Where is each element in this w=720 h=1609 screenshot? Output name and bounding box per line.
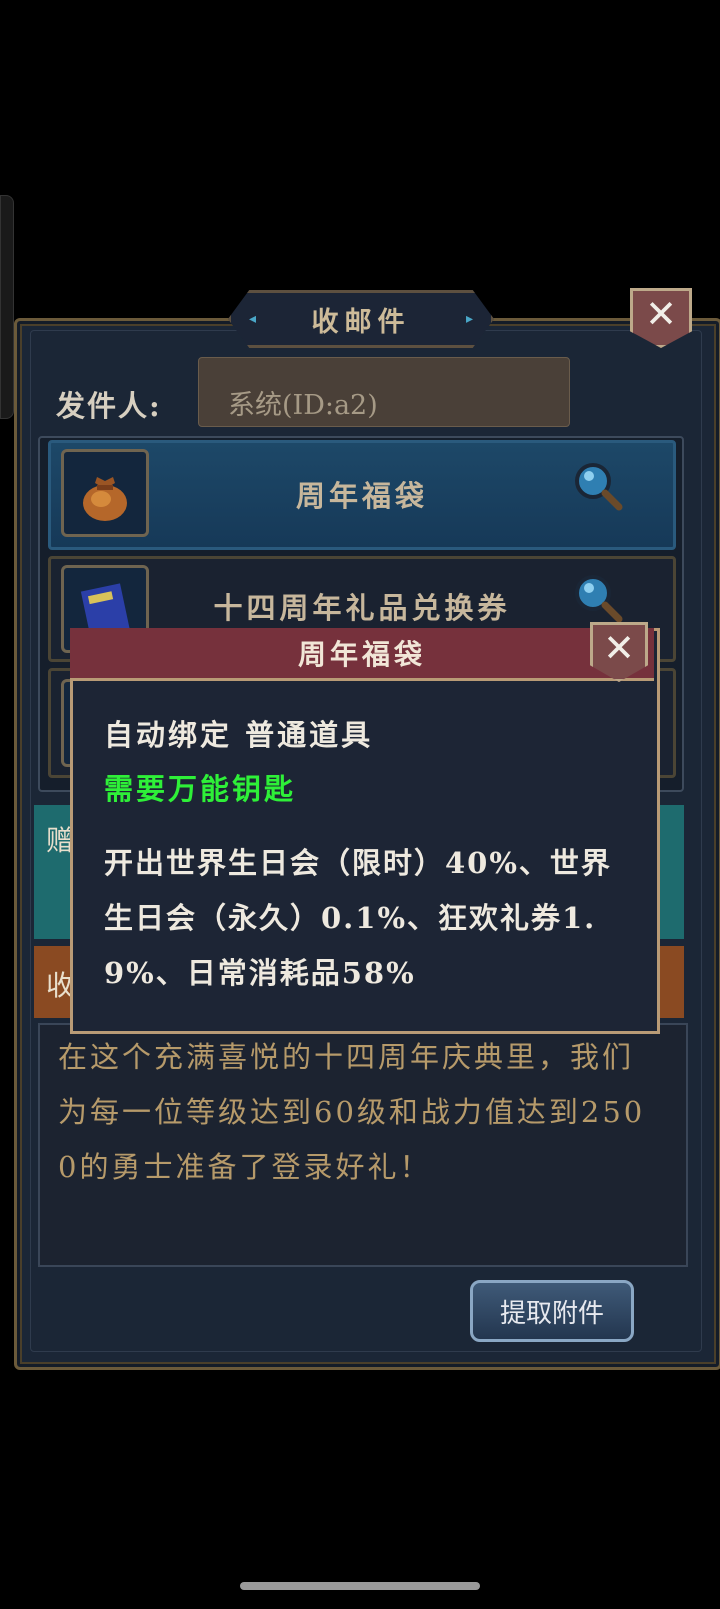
magnifier-icon[interactable] — [571, 571, 625, 629]
tooltip-title: 周年福袋 — [297, 638, 426, 671]
message-body: 在这个充满喜悦的十四周年庆典里，我们为每一位等级达到60级和战力值达到2500的… — [58, 1040, 646, 1184]
close-icon: ✕ — [645, 292, 677, 336]
list-item[interactable]: 周年福袋 — [48, 440, 676, 550]
tooltip-requirement: 需要万能钥匙 — [104, 772, 297, 806]
tab-arrow-left-icon: ◂ — [249, 311, 257, 327]
tooltip-header: 周年福袋 — [70, 628, 654, 681]
close-icon: ✕ — [603, 626, 635, 670]
extract-attachments-button[interactable]: 提取附件 — [470, 1280, 634, 1342]
extract-label: 提取附件 — [499, 1298, 604, 1329]
tooltip-description: 开出世界生日会（限时）40%、世界生日会（永久）0.1%、狂欢礼券1.9%、日常… — [104, 846, 612, 990]
tooltip-bind-type: 自动绑定 普通道具 — [104, 718, 374, 752]
tab-arrow-right-icon: ▸ — [465, 311, 473, 327]
system-nav-handle[interactable] — [240, 1582, 480, 1590]
edge-side-tab[interactable] — [0, 195, 14, 419]
window-title: 收邮件 — [311, 306, 411, 338]
sender-label: 发件人: — [56, 389, 162, 423]
title-tab: ◂ 收邮件 ▸ — [228, 290, 494, 348]
magnifier-icon[interactable] — [571, 459, 625, 517]
sender-value: 系统(ID:a2) — [228, 390, 378, 421]
